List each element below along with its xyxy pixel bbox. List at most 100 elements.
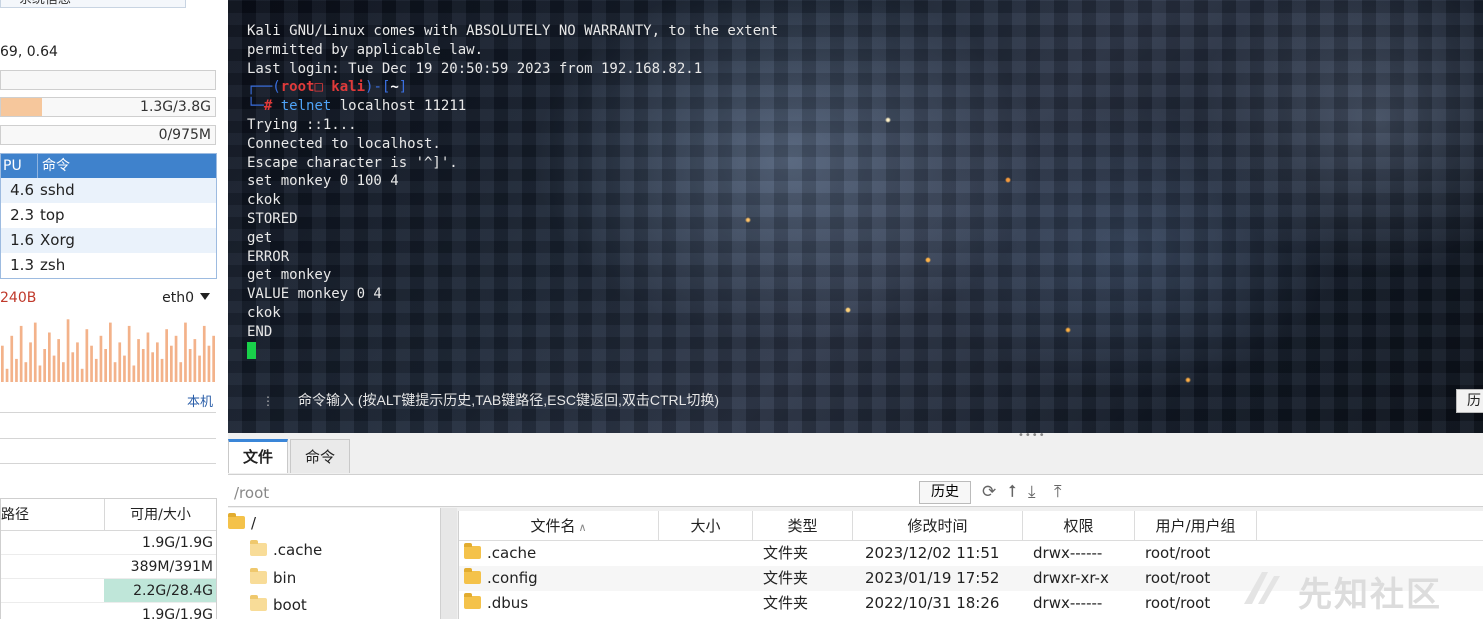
tab-files[interactable]: 文件 bbox=[228, 439, 289, 473]
network-bar bbox=[193, 339, 197, 382]
divider bbox=[0, 438, 216, 439]
network-bar bbox=[52, 355, 56, 382]
network-bar bbox=[80, 368, 84, 382]
file-name-cell: .dbus bbox=[459, 591, 659, 616]
network-bar bbox=[90, 345, 93, 382]
load-average: 69, 0.64 bbox=[0, 44, 58, 60]
network-bar bbox=[160, 358, 164, 382]
network-bar bbox=[156, 342, 159, 382]
file-type: 文件夹 bbox=[763, 594, 809, 612]
network-bar bbox=[109, 322, 112, 382]
network-bar bbox=[174, 335, 178, 382]
disk-row[interactable]: 1.9G/1.9G bbox=[1, 531, 216, 555]
tab-commands[interactable]: 命令 bbox=[290, 439, 351, 473]
command-input[interactable]: 命令输入 (按ALT键提示历史,TAB键路径,ESC键返回,双击CTRL切换) bbox=[298, 390, 719, 410]
tree-scrollbar[interactable] bbox=[440, 508, 457, 619]
directory-tree[interactable]: / .cache bin boot bbox=[228, 508, 440, 619]
process-row[interactable]: 1.3 zsh bbox=[1, 253, 216, 278]
process-command: Xorg bbox=[40, 231, 75, 249]
file-row[interactable]: .cache 文件夹 2023/12/02 11:51 drwx------ r… bbox=[459, 541, 1483, 566]
file-name: .dbus bbox=[487, 594, 529, 612]
owner-column-header[interactable]: 用户/用户组 bbox=[1135, 511, 1257, 540]
modified-column-header[interactable]: 修改时间 bbox=[853, 511, 1023, 540]
disk-row[interactable]: 1.9G/1.9G bbox=[1, 603, 216, 619]
network-bar bbox=[24, 362, 28, 382]
splitter-handle[interactable]: •••• bbox=[1018, 430, 1046, 441]
divider bbox=[0, 463, 216, 464]
system-monitor-panel: 系统信息 69, 0.64 1.3G/3.8G 0/975M PU 命令 4.6… bbox=[0, 0, 228, 619]
tree-label: .cache bbox=[273, 541, 323, 559]
tree-item-bin[interactable]: bin bbox=[250, 568, 296, 587]
upload-icon[interactable]: ⤒ bbox=[1054, 482, 1062, 502]
path-column-header[interactable]: 路径 bbox=[1, 499, 104, 530]
terminal-line: END bbox=[247, 323, 273, 340]
file-size bbox=[659, 566, 753, 591]
app-root: 系统信息 69, 0.64 1.3G/3.8G 0/975M PU 命令 4.6… bbox=[0, 0, 1483, 619]
process-cpu: 4.6 bbox=[10, 181, 34, 199]
up-directory-icon[interactable]: ⭡ bbox=[1008, 482, 1016, 502]
download-icon[interactable]: ⤓ bbox=[1028, 482, 1036, 502]
network-bar bbox=[38, 365, 42, 382]
file-permission: drwx------ bbox=[1033, 594, 1103, 612]
memory-bar-fill bbox=[1, 98, 42, 116]
network-traffic-graph bbox=[1, 319, 215, 382]
size-column-header[interactable]: 大小 bbox=[659, 511, 753, 540]
network-bar bbox=[207, 345, 211, 382]
column-label: 文件名 bbox=[530, 517, 576, 535]
folder-icon bbox=[464, 593, 481, 609]
terminal[interactable]: Kali GNU/Linux comes with ABSOLUTELY NO … bbox=[228, 0, 1483, 433]
local-host-label[interactable]: 本机 bbox=[187, 391, 213, 410]
disk-table[interactable]: 路径 可用/大小 1.9G/1.9G 389M/391M 2.2G/28.4G … bbox=[0, 498, 217, 619]
network-bar bbox=[76, 342, 79, 382]
terminal-history-button[interactable]: 历 bbox=[1456, 389, 1483, 413]
terminal-line: ckok bbox=[247, 192, 281, 209]
interface-dropdown[interactable]: eth0 bbox=[162, 290, 210, 306]
file-type: 文件夹 bbox=[763, 544, 809, 562]
terminal-output[interactable]: Kali GNU/Linux comes with ABSOLUTELY NO … bbox=[247, 22, 778, 361]
disk-row[interactable]: 2.2G/28.4G bbox=[1, 579, 216, 603]
refresh-icon[interactable]: ⟳ bbox=[982, 482, 996, 502]
network-bar bbox=[10, 335, 14, 382]
network-bar bbox=[104, 349, 107, 382]
interface-name: eth0 bbox=[162, 290, 194, 306]
network-bar bbox=[62, 362, 65, 382]
network-bar bbox=[71, 352, 75, 382]
folder-icon bbox=[464, 543, 481, 559]
memory-usage-text: 1.3G/3.8G bbox=[140, 99, 211, 115]
command-column-header[interactable]: 命令 bbox=[37, 154, 216, 178]
path-input[interactable]: /root bbox=[234, 484, 269, 502]
process-row[interactable]: 4.6 sshd bbox=[1, 178, 216, 203]
name-column-header[interactable]: 文件名 ∧ bbox=[459, 511, 659, 540]
type-column-header[interactable]: 类型 bbox=[753, 511, 853, 540]
prompt-host: kali bbox=[331, 79, 366, 96]
file-name-cell: .cache bbox=[459, 541, 659, 566]
network-bar bbox=[198, 355, 201, 382]
file-size bbox=[659, 541, 753, 566]
network-bar bbox=[99, 335, 103, 382]
permission-column-header[interactable]: 权限 bbox=[1023, 511, 1135, 540]
process-row[interactable]: 1.6 Xorg bbox=[1, 228, 216, 253]
terminal-line: ckok bbox=[247, 304, 281, 321]
process-cpu: 1.6 bbox=[10, 231, 34, 249]
tree-item-cache[interactable]: .cache bbox=[250, 540, 323, 559]
drag-handle-icon[interactable]: ⋮ bbox=[262, 394, 274, 408]
size-column-header[interactable]: 可用/大小 bbox=[104, 499, 216, 530]
tree-item-root[interactable]: / bbox=[228, 513, 256, 532]
path-history-button[interactable]: 历史 bbox=[919, 481, 971, 504]
process-cpu: 1.3 bbox=[10, 256, 34, 274]
disk-row[interactable]: 389M/391M bbox=[1, 555, 216, 579]
tree-item-boot[interactable]: boot bbox=[250, 595, 307, 614]
file-size bbox=[659, 591, 753, 616]
cpu-column-header[interactable]: PU bbox=[1, 154, 37, 178]
network-bar bbox=[48, 332, 51, 382]
network-bar bbox=[94, 358, 98, 382]
network-bar bbox=[57, 339, 60, 382]
process-table[interactable]: PU 命令 4.6 sshd 2.3 top 1.6 Xorg 1.3 zsh bbox=[0, 153, 217, 279]
divider bbox=[0, 412, 216, 413]
prompt-line-1: ┌──(root□ kali)-[~] bbox=[247, 79, 408, 96]
network-bar bbox=[212, 335, 215, 382]
process-row[interactable]: 2.3 top bbox=[1, 203, 216, 228]
file-permission: drwx------ bbox=[1033, 544, 1103, 562]
network-bar bbox=[33, 322, 37, 382]
folder-icon bbox=[228, 513, 245, 529]
